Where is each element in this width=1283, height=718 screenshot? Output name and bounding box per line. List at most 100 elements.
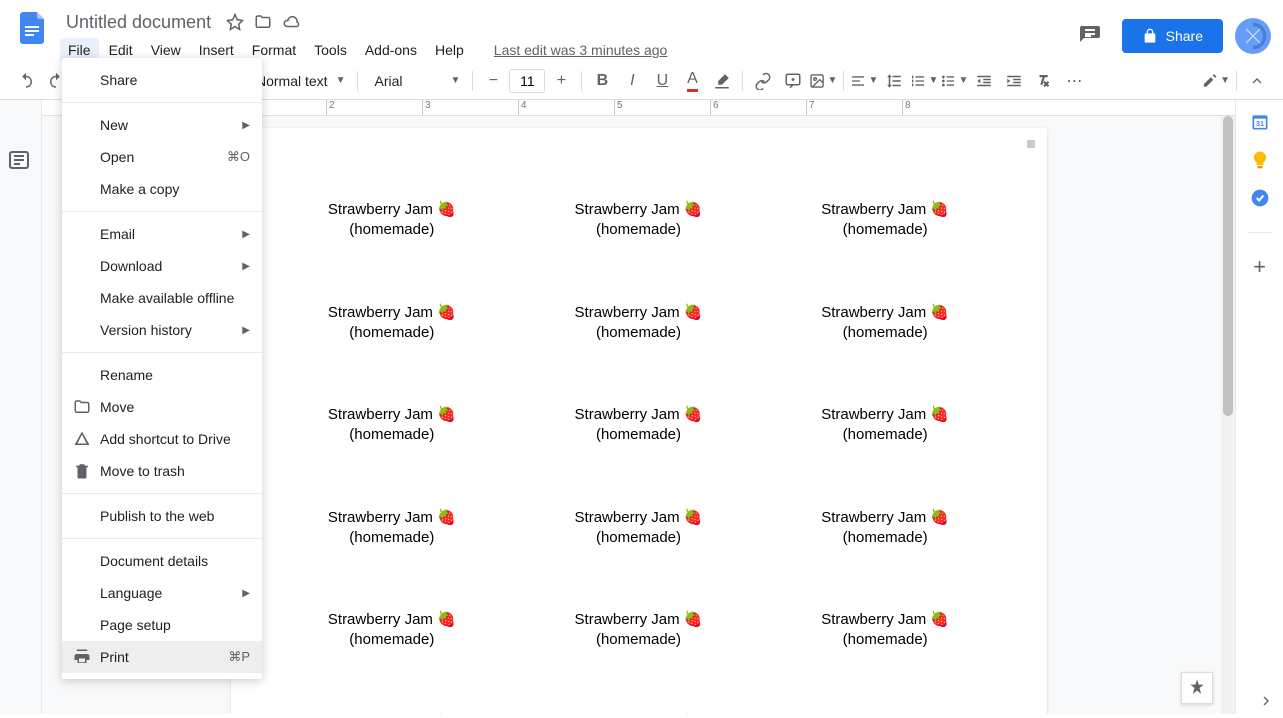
label-cell[interactable]: Strawberry Jam 🍓(homemade) bbox=[279, 713, 506, 715]
outline-toggle-icon[interactable] bbox=[7, 148, 35, 176]
italic-button[interactable]: I bbox=[618, 67, 646, 95]
label-cell[interactable]: Strawberry Jam 🍓(homemade) bbox=[772, 303, 999, 344]
add-app-icon[interactable]: + bbox=[1250, 257, 1270, 277]
calendar-app-icon[interactable]: 31 bbox=[1250, 112, 1270, 132]
keep-app-icon[interactable] bbox=[1250, 150, 1270, 170]
menu-move[interactable]: Move bbox=[62, 391, 262, 423]
label-title: Strawberry Jam 🍓 bbox=[525, 610, 752, 630]
account-avatar[interactable] bbox=[1235, 18, 1271, 54]
insert-comment-button[interactable] bbox=[779, 67, 807, 95]
label-cell[interactable]: Strawberry Jam 🍓(homemade) bbox=[772, 610, 999, 651]
menu-rename[interactable]: Rename bbox=[62, 359, 262, 391]
star-icon[interactable] bbox=[225, 12, 245, 32]
explore-button[interactable] bbox=[1181, 672, 1213, 704]
move-folder-icon[interactable] bbox=[253, 12, 273, 32]
line-spacing-button[interactable] bbox=[880, 67, 908, 95]
numbered-list-button[interactable]: ▼ bbox=[910, 67, 938, 95]
label-subtitle: (homemade) bbox=[525, 425, 752, 445]
tasks-app-icon[interactable] bbox=[1250, 188, 1270, 208]
document-title[interactable]: Untitled document bbox=[60, 10, 217, 35]
label-title: Strawberry Jam 🍓 bbox=[772, 303, 999, 323]
paragraph-style-dropdown[interactable]: Normal text ▼ bbox=[252, 73, 351, 89]
label-subtitle: (homemade) bbox=[279, 220, 506, 240]
left-gutter bbox=[0, 100, 42, 714]
label-cell[interactable]: Strawberry Jam 🍓(homemade) bbox=[279, 405, 506, 446]
menu-make-copy[interactable]: Make a copy bbox=[62, 173, 262, 205]
menu-publish[interactable]: Publish to the web bbox=[62, 500, 262, 532]
more-tools-button[interactable]: ⋯ bbox=[1060, 67, 1088, 95]
label-cell[interactable]: Strawberry Jam 🍓(homemade) bbox=[525, 713, 752, 715]
title-area: Untitled document File Edit View Insert … bbox=[60, 8, 1070, 62]
scrollbar-thumb[interactable] bbox=[1223, 116, 1233, 416]
label-cell[interactable]: Strawberry Jam 🍓(homemade) bbox=[279, 610, 506, 651]
label-cell[interactable]: Strawberry Jam 🍓(homemade) bbox=[772, 508, 999, 549]
label-cell[interactable]: Strawberry Jam 🍓(homemade) bbox=[279, 508, 506, 549]
docs-logo[interactable] bbox=[12, 8, 52, 48]
menu-language[interactable]: Language▶ bbox=[62, 577, 262, 609]
underline-button[interactable]: U bbox=[648, 67, 676, 95]
menu-email[interactable]: Email▶ bbox=[62, 218, 262, 250]
highlight-button[interactable] bbox=[708, 67, 736, 95]
paragraph-style-value: Normal text bbox=[252, 73, 332, 89]
document-page[interactable]: Strawberry Jam 🍓(homemade)Strawberry Jam… bbox=[231, 128, 1047, 714]
clear-formatting-button[interactable] bbox=[1030, 67, 1058, 95]
label-title: Strawberry Jam 🍓 bbox=[772, 508, 999, 528]
menu-page-setup[interactable]: Page setup bbox=[62, 609, 262, 641]
label-cell[interactable]: Strawberry Jam 🍓(homemade) bbox=[772, 713, 999, 715]
insert-image-button[interactable]: ▼ bbox=[809, 67, 837, 95]
increase-indent-button[interactable] bbox=[1000, 67, 1028, 95]
file-menu-dropdown: Share New▶ Open⌘O Make a copy Email▶ Dow… bbox=[62, 58, 262, 679]
menu-download[interactable]: Download▶ bbox=[62, 250, 262, 282]
side-panel-toggle[interactable] bbox=[1255, 690, 1277, 712]
chevron-down-icon: ▼ bbox=[336, 75, 346, 86]
menu-print[interactable]: Print ⌘P bbox=[62, 641, 262, 673]
label-cell[interactable]: Strawberry Jam 🍓(homemade) bbox=[279, 303, 506, 344]
ruler-tick: 8 bbox=[902, 100, 998, 115]
label-cell[interactable]: Strawberry Jam 🍓(homemade) bbox=[525, 610, 752, 651]
comments-button[interactable] bbox=[1070, 16, 1110, 56]
menu-tools[interactable]: Tools bbox=[306, 38, 355, 62]
align-button[interactable]: ▼ bbox=[850, 67, 878, 95]
text-color-button[interactable]: A bbox=[678, 67, 706, 95]
label-title: Strawberry Jam 🍓 bbox=[525, 200, 752, 220]
menu-trash[interactable]: Move to trash bbox=[62, 455, 262, 487]
last-edit-link[interactable]: Last edit was 3 minutes ago bbox=[486, 38, 676, 62]
bold-button[interactable]: B bbox=[588, 67, 616, 95]
collapse-toolbar-button[interactable] bbox=[1243, 67, 1271, 95]
menu-details[interactable]: Document details bbox=[62, 545, 262, 577]
bulleted-list-button[interactable]: ▼ bbox=[940, 67, 968, 95]
menu-version-history[interactable]: Version history▶ bbox=[62, 314, 262, 346]
menu-new[interactable]: New▶ bbox=[62, 109, 262, 141]
menu-offline[interactable]: Make available offline bbox=[62, 282, 262, 314]
menu-help[interactable]: Help bbox=[427, 38, 472, 62]
cloud-status-icon[interactable] bbox=[281, 12, 301, 32]
label-subtitle: (homemade) bbox=[772, 528, 999, 548]
font-size-input[interactable]: 11 bbox=[509, 69, 545, 93]
font-dropdown[interactable]: Arial ▼ bbox=[364, 73, 466, 89]
label-title: Strawberry Jam 🍓 bbox=[525, 508, 752, 528]
decrease-indent-button[interactable] bbox=[970, 67, 998, 95]
share-button[interactable]: Share bbox=[1122, 19, 1223, 53]
svg-text:31: 31 bbox=[1255, 119, 1263, 128]
menu-addons[interactable]: Add-ons bbox=[357, 38, 425, 62]
menu-open[interactable]: Open⌘O bbox=[62, 141, 262, 173]
menu-add-shortcut[interactable]: Add shortcut to Drive bbox=[62, 423, 262, 455]
label-cell[interactable]: Strawberry Jam 🍓(homemade) bbox=[525, 200, 752, 241]
font-value: Arial bbox=[370, 73, 406, 89]
label-cell[interactable]: Strawberry Jam 🍓(homemade) bbox=[525, 303, 752, 344]
insert-link-button[interactable] bbox=[749, 67, 777, 95]
label-subtitle: (homemade) bbox=[772, 220, 999, 240]
vertical-scrollbar[interactable] bbox=[1221, 116, 1235, 714]
label-cell[interactable]: Strawberry Jam 🍓(homemade) bbox=[525, 405, 752, 446]
undo-button[interactable] bbox=[12, 67, 40, 95]
font-size-increase[interactable]: + bbox=[547, 67, 575, 95]
label-cell[interactable]: Strawberry Jam 🍓(homemade) bbox=[279, 200, 506, 241]
font-size-decrease[interactable]: − bbox=[479, 67, 507, 95]
label-cell[interactable]: Strawberry Jam 🍓(homemade) bbox=[772, 200, 999, 241]
label-subtitle: (homemade) bbox=[525, 323, 752, 343]
label-cell[interactable]: Strawberry Jam 🍓(homemade) bbox=[772, 405, 999, 446]
share-label: Share bbox=[1166, 28, 1203, 44]
editing-mode-button[interactable]: ▼ bbox=[1202, 67, 1230, 95]
label-cell[interactable]: Strawberry Jam 🍓(homemade) bbox=[525, 508, 752, 549]
menu-share[interactable]: Share bbox=[62, 64, 262, 96]
